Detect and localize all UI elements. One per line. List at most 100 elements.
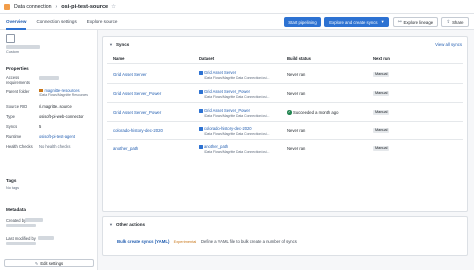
- other-actions-card: ▼ Other actions Bulk create syncs (YAML)…: [102, 216, 468, 256]
- breadcrumb-data-connection[interactable]: Data connection: [14, 4, 52, 10]
- explore-and-create-syncs-button[interactable]: Explore and create syncs ▾: [324, 17, 389, 27]
- column-name: Name: [113, 56, 125, 61]
- dataset-path: /Data Flows/Magritte Data Connection/osi…: [204, 150, 270, 154]
- sync-name[interactable]: colorado-history-dec-2020: [113, 128, 163, 133]
- tags-empty: No tags: [6, 186, 20, 190]
- data-connection-icon: [4, 3, 10, 10]
- dataset-path: /Data Flows/Magritte Data Connection/osi…: [204, 95, 270, 99]
- next-run-badge: Manual: [373, 109, 390, 115]
- dataset-name: another_path: [204, 144, 229, 149]
- sync-name[interactable]: Grid Asset Server_Power: [113, 91, 161, 96]
- syncs-card-header[interactable]: ▼ Syncs: [109, 42, 129, 47]
- access-requirements-label: Access requirements: [6, 75, 30, 85]
- dataset-link[interactable]: Grid Asset Server_Power: [199, 108, 250, 113]
- redacted-created-by: [25, 218, 43, 222]
- build-status: Never ran: [287, 146, 306, 151]
- sync-name[interactable]: another_path: [113, 146, 138, 151]
- row-divider: [107, 83, 463, 84]
- redacted-source-name: [6, 45, 40, 49]
- next-run-badge: Manual: [373, 71, 390, 77]
- properties-title: Properties: [6, 66, 29, 71]
- dataset-name: Grid Asset Server: [204, 70, 237, 75]
- dataset-name: Grid Asset Server_Power: [204, 108, 250, 113]
- dataset-icon: [199, 127, 203, 131]
- lineage-icon: ⚯: [397, 19, 402, 24]
- dataset-icon: [199, 90, 203, 94]
- created-by-label: Created by: [6, 218, 27, 223]
- other-actions-title: Other actions: [115, 222, 145, 227]
- bulk-create-link[interactable]: Bulk create syncs (YAML): [117, 239, 169, 244]
- top-bar: Data connection › osi-pi-test-source ☆: [0, 0, 474, 14]
- redacted-modified-by: [38, 236, 54, 240]
- build-status: ✓ Succeeded a month ago: [287, 110, 338, 115]
- explore-and-create-label: Explore and create syncs: [329, 19, 378, 25]
- build-status: Never ran: [287, 91, 306, 96]
- build-status: Never ran: [287, 72, 306, 77]
- share-icon: ⇪: [446, 19, 451, 24]
- syncs-count: 5: [39, 124, 42, 129]
- view-all-syncs-link[interactable]: View all syncs: [435, 42, 462, 47]
- tab-explore-source[interactable]: Explore source: [87, 14, 118, 30]
- share-label: Share: [452, 19, 464, 25]
- chevron-down-icon: ▼: [109, 222, 113, 227]
- explore-lineage-button[interactable]: ⚯ Explore lineage: [393, 17, 438, 27]
- sync-name[interactable]: Grid Asset Server_Power: [113, 110, 161, 115]
- edit-icon: ✎: [34, 260, 39, 266]
- build-status-text: Succeeded a month ago: [293, 109, 339, 115]
- dataset-link[interactable]: colorado-history-dec-2020: [199, 126, 252, 131]
- dataset-link[interactable]: Grid Asset Server_Power: [199, 89, 250, 94]
- dataset-path: /Data Flows/Magritte Data Connection/osi…: [204, 132, 270, 136]
- dataset-path: /Data Flows/Magritte Data Connection/osi…: [204, 114, 270, 118]
- tab-connection-settings[interactable]: Connection settings: [36, 14, 76, 30]
- next-run-badge: Manual: [373, 127, 390, 133]
- bulk-create-action[interactable]: Bulk create syncs (YAML) Experimental: [117, 239, 196, 244]
- edit-settings-label: Edit settings: [40, 260, 64, 266]
- tags-title: Tags: [6, 178, 17, 183]
- row-divider: [107, 102, 463, 103]
- row-divider: [107, 139, 463, 140]
- page-title: osi-pi-test-source: [61, 3, 109, 10]
- explore-lineage-label: Explore lineage: [403, 19, 434, 25]
- syncs-title: Syncs: [115, 42, 130, 47]
- parent-folder-path: /Data Flows/Magnitte Resources: [39, 93, 88, 97]
- breadcrumb-separator: ›: [55, 3, 58, 10]
- tab-overview[interactable]: Overview: [6, 14, 27, 30]
- type-value: osisoft-pi-web-connector: [39, 114, 84, 119]
- row-divider: [107, 121, 463, 122]
- runtime-value[interactable]: osisoft-pi-test-agent: [39, 134, 75, 139]
- syncs-label: Syncs: [6, 124, 18, 129]
- source-rid-value[interactable]: ri.magritte..source: [39, 104, 72, 109]
- start-pipelining-button[interactable]: Start pipelining: [284, 17, 321, 27]
- sync-name[interactable]: Grid Asset Server: [113, 72, 147, 77]
- success-check-icon: ✓: [287, 110, 292, 115]
- bulk-create-description: Define a YAML file to bulk create a numb…: [201, 239, 297, 244]
- column-build-status: Build status: [287, 56, 311, 61]
- redacted-access: [39, 76, 59, 80]
- dataset-icon: [199, 71, 203, 75]
- dataset-name: colorado-history-dec-2020: [204, 126, 252, 131]
- folder-icon: [39, 89, 43, 93]
- other-actions-header[interactable]: ▼ Other actions: [109, 222, 145, 227]
- next-run-badge: Manual: [373, 145, 390, 151]
- redacted-created-date: [6, 224, 36, 227]
- build-status: Never ran: [287, 128, 306, 133]
- star-icon[interactable]: ☆: [111, 4, 116, 10]
- dataset-icon: [199, 109, 203, 113]
- dataset-link[interactable]: Grid Asset Server: [199, 70, 236, 75]
- source-type: Custom: [6, 50, 20, 54]
- health-checks-label: Health Checks: [6, 144, 33, 149]
- chevron-down-icon: ▾: [381, 19, 384, 24]
- source-icon: [6, 34, 15, 43]
- next-run-badge: Manual: [373, 90, 390, 96]
- last-modified-label: Last modified by: [6, 236, 36, 241]
- chevron-down-icon: ▼: [109, 42, 113, 47]
- dataset-path: /Data Flows/Magritte Data Connection/osi…: [204, 76, 270, 80]
- source-rid-label: Source RID: [6, 104, 28, 109]
- column-next-run: Next run: [373, 56, 390, 61]
- edit-settings-button[interactable]: ✎ Edit settings: [4, 259, 94, 267]
- syncs-card: ▼ Syncs View all syncs Name Dataset Buil…: [102, 36, 468, 212]
- health-checks-value: No health checks: [39, 144, 71, 149]
- dataset-icon: [199, 145, 203, 149]
- dataset-link[interactable]: another_path: [199, 144, 228, 149]
- share-button[interactable]: ⇪ Share: [441, 17, 469, 27]
